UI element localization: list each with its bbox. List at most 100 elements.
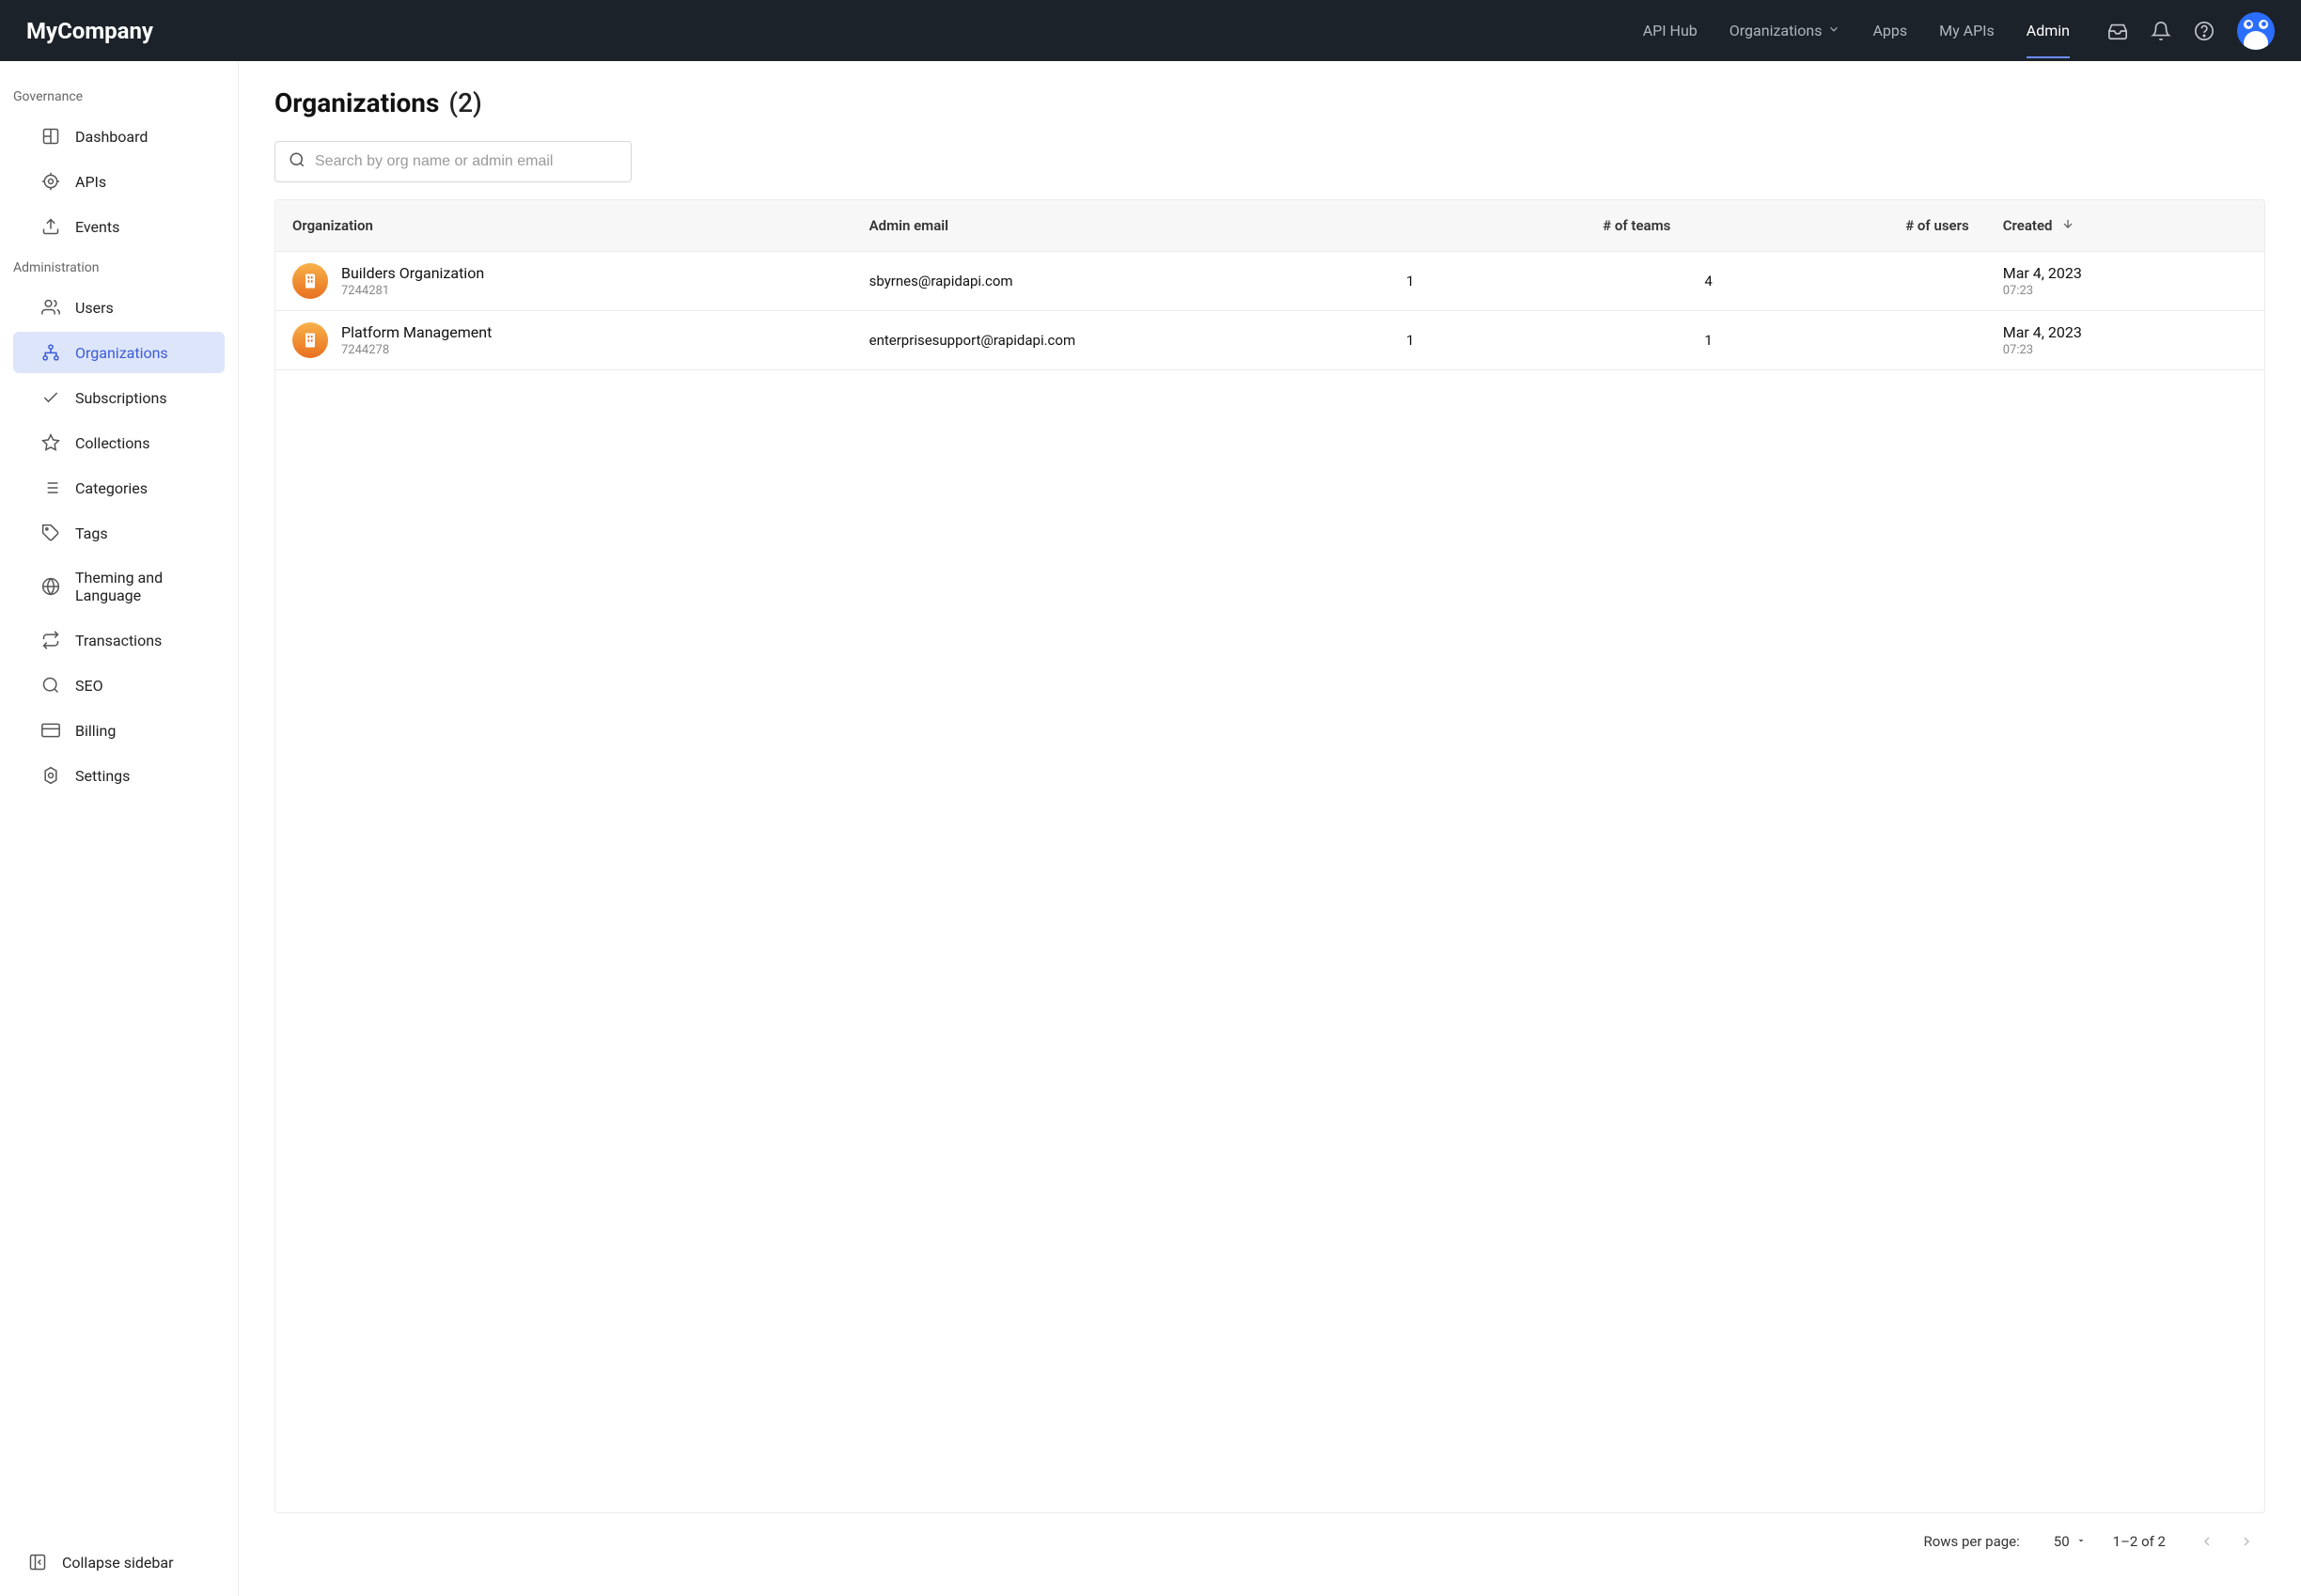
dropdown-icon	[2075, 1533, 2087, 1550]
org-table-wrap: Organization Admin email # of teams # of…	[274, 199, 2265, 1513]
user-avatar[interactable]	[2237, 12, 2275, 50]
sidebar-item-events[interactable]: Events	[13, 206, 225, 247]
sidebar-item-transactions[interactable]: Transactions	[13, 619, 225, 661]
nav-api-hub[interactable]: API Hub	[1643, 3, 1698, 58]
sidebar-item-seo[interactable]: SEO	[13, 665, 225, 706]
org-name: Platform Management	[341, 323, 492, 341]
sidebar-item-theming[interactable]: Theming and Language	[13, 557, 225, 616]
cell-created-date: Mar 4, 2023	[2003, 264, 2247, 282]
search-icon	[289, 151, 305, 172]
collapse-sidebar-button[interactable]: Collapse sidebar	[0, 1536, 238, 1596]
table-row[interactable]: Builders Organization 7244281 sbyrnes@ra…	[275, 252, 2264, 311]
users-icon	[41, 298, 60, 317]
col-users[interactable]: # of users	[1687, 200, 1985, 252]
sidebar-item-users[interactable]: Users	[13, 287, 225, 328]
nav-label: My APIs	[1939, 22, 1995, 39]
bell-icon[interactable]	[2151, 21, 2171, 41]
top-nav: API Hub Organizations Apps My APIs Admin	[1643, 3, 2070, 58]
inbox-icon[interactable]	[2107, 21, 2128, 41]
dashboard-icon	[41, 127, 60, 146]
sidebar: Governance Dashboard APIs Events Adminis…	[0, 61, 239, 1596]
collapse-label: Collapse sidebar	[62, 1554, 173, 1572]
upload-icon	[41, 217, 60, 236]
org-avatar-icon	[292, 322, 328, 358]
sidebar-item-dashboard[interactable]: Dashboard	[13, 116, 225, 157]
list-icon	[41, 478, 60, 497]
sidebar-section-governance: Governance	[0, 78, 238, 114]
sort-desc-icon	[2061, 217, 2074, 230]
prev-page-button[interactable]	[2192, 1526, 2222, 1557]
star-icon	[41, 433, 60, 452]
col-organization[interactable]: Organization	[275, 200, 853, 252]
page-count: (2)	[448, 87, 481, 118]
sidebar-item-categories[interactable]: Categories	[13, 467, 225, 509]
sidebar-item-label: Collections	[75, 434, 150, 452]
sidebar-item-label: APIs	[75, 173, 106, 191]
col-admin-email[interactable]: Admin email	[853, 200, 1389, 252]
cell-teams: 1	[1389, 311, 1687, 370]
sidebar-item-label: Settings	[75, 767, 130, 785]
sidebar-item-label: Billing	[75, 722, 116, 740]
page-title: Organizations (2)	[274, 87, 2265, 118]
credit-card-icon	[41, 721, 60, 740]
org-id: 7244281	[341, 284, 484, 298]
org-table: Organization Admin email # of teams # of…	[275, 200, 2264, 370]
brand-logo[interactable]: MyCompany	[26, 18, 153, 44]
search-input[interactable]	[315, 153, 618, 170]
nav-label: Organizations	[1730, 22, 1823, 39]
sidebar-item-label: Categories	[75, 479, 148, 497]
cell-users: 4	[1687, 252, 1985, 311]
chevron-down-icon	[1827, 22, 1840, 39]
table-row[interactable]: Platform Management 7244278 enterprisesu…	[275, 311, 2264, 370]
rows-per-page-select[interactable]: 50	[2054, 1533, 2087, 1550]
sidebar-item-label: Transactions	[75, 632, 162, 649]
collapse-icon	[28, 1553, 47, 1572]
swap-icon	[41, 631, 60, 649]
globe-icon	[41, 577, 60, 596]
sidebar-item-billing[interactable]: Billing	[13, 710, 225, 751]
cell-created-time: 07:23	[2003, 284, 2247, 298]
sidebar-item-label: Tags	[75, 524, 108, 542]
col-created[interactable]: Created	[1986, 200, 2264, 252]
sidebar-item-label: SEO	[75, 677, 103, 695]
pagination: Rows per page: 50 1–2 of 2	[274, 1513, 2265, 1570]
sidebar-item-subscriptions[interactable]: Subscriptions	[13, 377, 225, 418]
tag-icon	[41, 524, 60, 542]
sidebar-item-collections[interactable]: Collections	[13, 422, 225, 463]
cell-users: 1	[1687, 311, 1985, 370]
cell-admin-email: enterprisesupport@rapidapi.com	[853, 311, 1389, 370]
nav-my-apis[interactable]: My APIs	[1939, 3, 1995, 58]
sidebar-section-administration: Administration	[0, 249, 238, 285]
nav-label: Admin	[2027, 22, 2070, 39]
pagination-range: 1–2 of 2	[2113, 1533, 2166, 1550]
col-teams[interactable]: # of teams	[1389, 200, 1687, 252]
next-page-button[interactable]	[2231, 1526, 2262, 1557]
cell-admin-email: sbyrnes@rapidapi.com	[853, 252, 1389, 311]
page-title-text: Organizations	[274, 87, 439, 118]
help-icon[interactable]	[2194, 21, 2215, 41]
settings-icon	[41, 766, 60, 785]
org-tree-icon	[41, 343, 60, 362]
sidebar-item-settings[interactable]: Settings	[13, 755, 225, 796]
cell-created-date: Mar 4, 2023	[2003, 323, 2247, 341]
main-content: Organizations (2) Organization Admin ema…	[239, 61, 2301, 1596]
sidebar-item-label: Dashboard	[75, 128, 148, 146]
check-icon	[41, 388, 60, 407]
rows-value: 50	[2054, 1533, 2070, 1550]
cell-teams: 1	[1389, 252, 1687, 311]
nav-admin[interactable]: Admin	[2027, 3, 2070, 58]
search-box[interactable]	[274, 141, 632, 182]
nav-apps[interactable]: Apps	[1872, 3, 1907, 58]
sidebar-item-label: Theming and Language	[75, 569, 211, 604]
nav-label: Apps	[1872, 22, 1907, 39]
org-id: 7244278	[341, 343, 492, 357]
rows-per-page-label: Rows per page:	[1923, 1533, 2019, 1550]
sidebar-item-label: Events	[75, 218, 119, 236]
nav-label: API Hub	[1643, 22, 1698, 39]
sidebar-item-apis[interactable]: APIs	[13, 161, 225, 202]
sidebar-item-organizations[interactable]: Organizations	[13, 332, 225, 373]
sidebar-item-tags[interactable]: Tags	[13, 512, 225, 554]
org-name: Builders Organization	[341, 264, 484, 282]
org-avatar-icon	[292, 263, 328, 299]
nav-organizations[interactable]: Organizations	[1730, 3, 1841, 58]
